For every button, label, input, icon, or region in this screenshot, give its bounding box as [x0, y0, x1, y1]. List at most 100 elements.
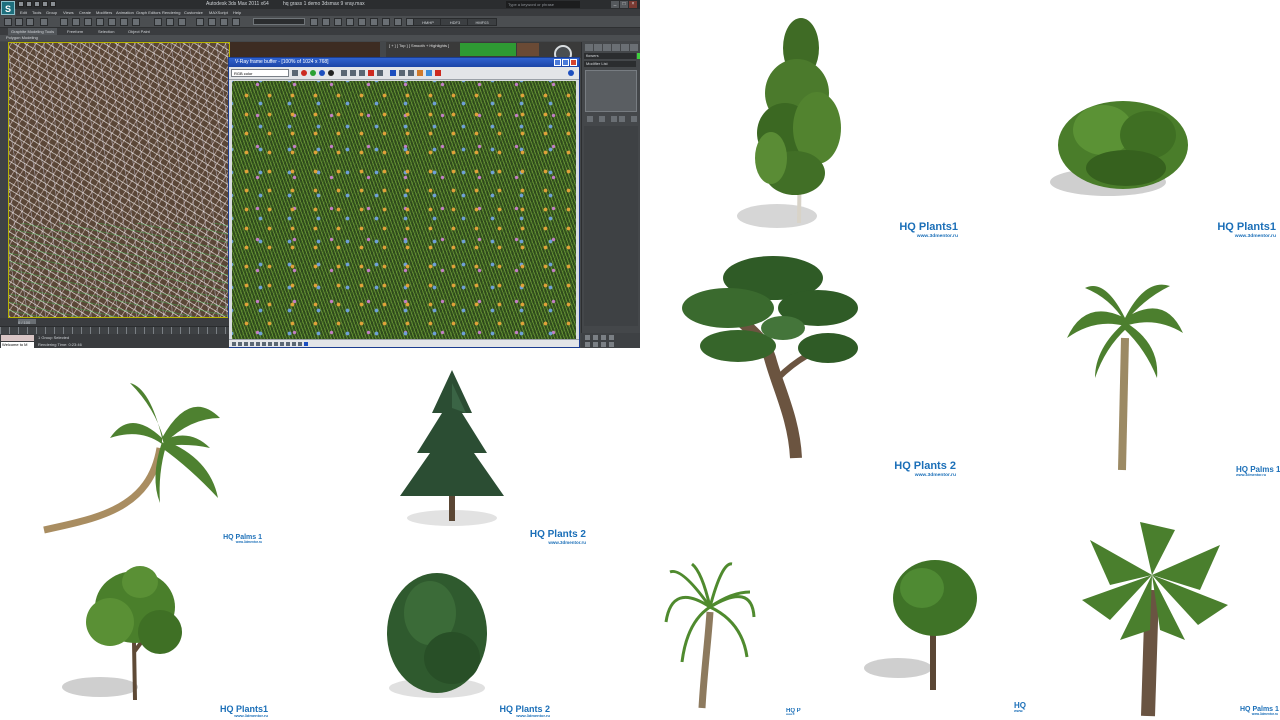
menu-animation[interactable]: Animation [116, 9, 134, 16]
menu-help[interactable]: Help [233, 9, 241, 16]
fov-icon[interactable] [585, 342, 590, 347]
vfb-status-icon-13[interactable] [304, 342, 308, 346]
reference-coord-icon[interactable] [154, 18, 162, 26]
alpha-channel-icon[interactable] [328, 70, 334, 76]
search-input[interactable]: Type a keyword or phrase [506, 1, 580, 8]
close-icon[interactable]: × [629, 1, 637, 8]
pin-stack-icon[interactable] [587, 116, 593, 122]
remove-modifier-icon[interactable] [619, 116, 625, 122]
vfb-status-icon-7[interactable] [268, 342, 272, 346]
utilities-tab-icon[interactable] [630, 44, 638, 51]
vfb-status-icon-6[interactable] [262, 342, 266, 346]
vray-options-icon[interactable] [568, 70, 574, 76]
tab-freeform[interactable]: Freeform [64, 28, 86, 35]
menu-maxscript[interactable]: MAXScript [209, 9, 228, 16]
orbit-icon[interactable] [601, 342, 606, 347]
save-file-icon[interactable] [34, 1, 40, 7]
vfb-status-icon-12[interactable] [298, 342, 302, 346]
menu-modifiers[interactable]: Modifiers [96, 9, 112, 16]
vray-maximize-icon[interactable] [562, 59, 569, 66]
channel-select[interactable]: RGB color [231, 69, 289, 77]
angle-snap-icon[interactable] [208, 18, 216, 26]
zoom-all-icon[interactable] [593, 335, 598, 340]
redo-tool-icon[interactable] [15, 18, 23, 26]
vray-minimize-icon[interactable] [554, 59, 561, 66]
graphite-toggle-icon[interactable] [346, 18, 354, 26]
maxscript-input[interactable]: Welcome to M [1, 342, 34, 348]
vray-close-icon[interactable] [570, 59, 577, 66]
vfb-status-icon-11[interactable] [292, 342, 296, 346]
render-setup-icon[interactable] [394, 18, 402, 26]
vfb-status-icon-3[interactable] [244, 342, 248, 346]
ribbon-panel-label[interactable]: Polygon Modeling [0, 35, 640, 41]
modifier-list[interactable]: Modifier List [584, 61, 636, 67]
layer-manager-icon[interactable] [334, 18, 342, 26]
create-tab-icon[interactable] [585, 44, 593, 51]
toolbar-hmf03[interactable]: HMF03 [467, 18, 497, 26]
modify-tab-icon[interactable] [594, 44, 602, 51]
curve-editor-icon[interactable] [358, 18, 366, 26]
menu-views[interactable]: Views [63, 9, 74, 16]
percent-snap-icon[interactable] [220, 18, 228, 26]
new-file-icon[interactable] [18, 1, 24, 7]
vfb-status-icon-4[interactable] [250, 342, 254, 346]
make-unique-icon[interactable] [611, 116, 617, 122]
named-selection-set[interactable] [253, 18, 305, 25]
window-crossing-icon[interactable] [96, 18, 104, 26]
move-icon[interactable] [108, 18, 116, 26]
track-mouse-icon[interactable] [377, 70, 383, 76]
spinner-snap-icon[interactable] [232, 18, 240, 26]
undo-tool-icon[interactable] [4, 18, 12, 26]
parameters-rollout[interactable] [584, 126, 638, 326]
menu-customize[interactable]: Customize [184, 9, 203, 16]
link-to-vfb-icon[interactable] [408, 70, 414, 76]
menu-group[interactable]: Group [46, 9, 57, 16]
tab-object-paint[interactable]: Object Paint [125, 28, 153, 35]
material-editor-icon[interactable] [382, 18, 390, 26]
app-logo[interactable]: S [1, 1, 15, 15]
color-corrections-icon[interactable] [417, 70, 423, 76]
menu-graph-editors[interactable]: Graph Editors [136, 9, 161, 16]
object-color-swatch[interactable] [637, 53, 640, 59]
save-image-icon[interactable] [341, 70, 347, 76]
maximize-viewport-icon[interactable] [609, 342, 614, 347]
zoom-extents-all-icon[interactable] [609, 335, 614, 340]
mirror-icon[interactable] [310, 18, 318, 26]
menu-create[interactable]: Create [79, 9, 91, 16]
menu-rendering[interactable]: Rendering [162, 9, 180, 16]
blue-channel-icon[interactable] [319, 70, 325, 76]
pan-icon[interactable] [593, 342, 598, 347]
tab-selection[interactable]: Selection [95, 28, 117, 35]
tab-graphite-modeling-tools[interactable]: Graphite Modeling Tools [8, 28, 58, 35]
toolbar-hdf3[interactable]: HDF3 [440, 18, 470, 26]
vfb-status-icon-2[interactable] [238, 342, 242, 346]
vfb-status-icon-8[interactable] [274, 342, 278, 346]
region-render-icon[interactable] [390, 70, 396, 76]
menu-tools[interactable]: Tools [32, 9, 41, 16]
object-name-field[interactable]: flowers [584, 53, 636, 59]
time-slider-handle[interactable]: 0 / 100 [18, 319, 36, 325]
clear-image-icon[interactable] [368, 70, 374, 76]
show-end-result-icon[interactable] [599, 116, 605, 122]
configure-sets-icon[interactable] [631, 116, 637, 122]
select-object-icon[interactable] [60, 18, 68, 26]
select-filter-icon[interactable] [40, 18, 48, 26]
green-channel-icon[interactable] [310, 70, 316, 76]
modifier-stack[interactable] [585, 70, 637, 112]
select-by-name-icon[interactable] [72, 18, 80, 26]
vfb-status-icon-9[interactable] [280, 342, 284, 346]
select-manipulate-icon[interactable] [178, 18, 186, 26]
align-icon[interactable] [322, 18, 330, 26]
toolbar-hmhp[interactable]: HMHP [413, 18, 443, 26]
rotate-icon[interactable] [120, 18, 128, 26]
maximize-icon[interactable]: □ [620, 1, 628, 8]
rect-selection-icon[interactable] [84, 18, 92, 26]
perspective-viewport[interactable] [8, 42, 230, 318]
snap-toggle-icon[interactable] [196, 18, 204, 26]
viewport-label[interactable]: [ + ] [ Top ] [ Smooth + Highlights ] [389, 43, 449, 48]
vfb-status-icon-5[interactable] [256, 342, 260, 346]
motion-tab-icon[interactable] [612, 44, 620, 51]
zoom-icon[interactable] [585, 335, 590, 340]
lut-icon[interactable] [426, 70, 432, 76]
open-file-icon[interactable] [26, 1, 32, 7]
